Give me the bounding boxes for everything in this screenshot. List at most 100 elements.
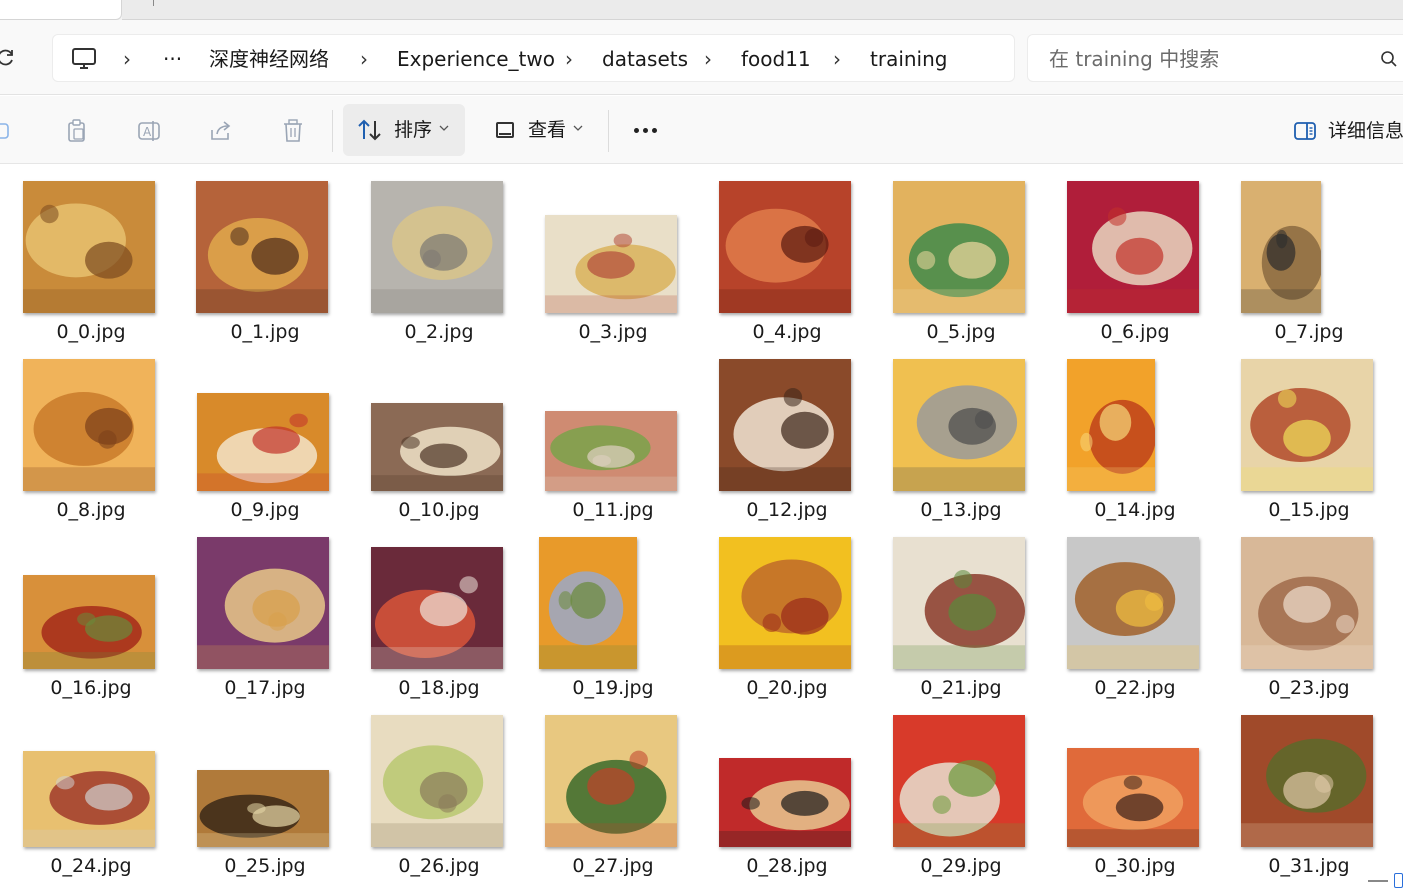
file-item[interactable]: 0_4.jpg <box>696 165 870 343</box>
file-item[interactable]: 0_0.jpg <box>0 165 174 343</box>
file-name[interactable]: 0_20.jpg <box>696 676 878 700</box>
file-name[interactable]: 0_30.jpg <box>1044 854 1226 878</box>
breadcrumb[interactable]: › ··· 深度神经网络 › Experience_two › datasets… <box>52 34 1015 82</box>
image-thumbnail[interactable] <box>371 547 503 669</box>
new-tab-hint[interactable] <box>153 0 154 6</box>
file-item[interactable]: 0_6.jpg <box>1044 165 1218 343</box>
file-name[interactable]: 0_6.jpg <box>1044 320 1226 344</box>
file-name[interactable]: 0_15.jpg <box>1218 498 1400 522</box>
image-thumbnail[interactable] <box>719 537 851 669</box>
paste-icon[interactable] <box>64 118 90 144</box>
image-thumbnail[interactable] <box>371 181 503 313</box>
file-name[interactable]: 0_13.jpg <box>870 498 1052 522</box>
file-item[interactable]: 0_25.jpg <box>174 699 348 877</box>
breadcrumb-overflow[interactable]: ··· <box>163 45 182 73</box>
file-name[interactable]: 0_9.jpg <box>174 498 356 522</box>
file-name[interactable]: 0_11.jpg <box>522 498 704 522</box>
file-item[interactable]: 0_27.jpg <box>522 699 696 877</box>
image-thumbnail[interactable] <box>1241 715 1373 847</box>
file-name[interactable]: 0_21.jpg <box>870 676 1052 700</box>
more-options-button[interactable] <box>622 110 670 150</box>
file-item[interactable]: 0_29.jpg <box>870 699 1044 877</box>
image-thumbnail[interactable] <box>893 359 1025 491</box>
file-name[interactable]: 0_26.jpg <box>348 854 530 878</box>
image-thumbnail[interactable] <box>719 181 851 313</box>
image-thumbnail[interactable] <box>197 393 329 491</box>
image-thumbnail[interactable] <box>893 537 1025 669</box>
file-item[interactable]: 0_3.jpg <box>522 165 696 343</box>
search-input[interactable]: 在 training 中搜索 <box>1027 34 1403 82</box>
file-name[interactable]: 0_14.jpg <box>1044 498 1226 522</box>
file-item[interactable]: 0_17.jpg <box>174 521 348 699</box>
file-name[interactable]: 0_4.jpg <box>696 320 878 344</box>
image-thumbnail[interactable] <box>1067 537 1199 669</box>
chevron-right-icon[interactable]: › <box>123 45 131 73</box>
chevron-right-icon[interactable]: › <box>360 45 368 73</box>
file-name[interactable]: 0_7.jpg <box>1218 320 1400 344</box>
chevron-right-icon[interactable]: › <box>833 45 841 73</box>
image-thumbnail[interactable] <box>545 411 677 491</box>
image-thumbnail[interactable] <box>23 359 155 491</box>
file-item[interactable]: 0_11.jpg <box>522 343 696 521</box>
image-thumbnail[interactable] <box>545 715 677 847</box>
file-name[interactable]: 0_8.jpg <box>0 498 182 522</box>
file-name[interactable]: 0_1.jpg <box>174 320 356 344</box>
monitor-icon[interactable] <box>71 47 97 71</box>
file-name[interactable]: 0_3.jpg <box>522 320 704 344</box>
file-item[interactable]: 0_2.jpg <box>348 165 522 343</box>
close-tab-icon[interactable]: ✕ <box>80 0 95 3</box>
view-button[interactable]: 查看 <box>486 104 596 156</box>
file-name[interactable]: 0_23.jpg <box>1218 676 1400 700</box>
file-item[interactable]: 0_20.jpg <box>696 521 870 699</box>
refresh-icon[interactable] <box>0 47 16 67</box>
chevron-right-icon[interactable]: › <box>565 45 573 73</box>
breadcrumb-item-training[interactable]: training <box>870 45 947 73</box>
file-name[interactable]: 0_19.jpg <box>522 676 704 700</box>
image-thumbnail[interactable] <box>1241 537 1373 669</box>
file-item[interactable]: 0_5.jpg <box>870 165 1044 343</box>
file-item[interactable]: 0_26.jpg <box>348 699 522 877</box>
image-thumbnail[interactable] <box>719 758 851 847</box>
image-thumbnail[interactable] <box>539 537 637 669</box>
file-name[interactable]: 0_12.jpg <box>696 498 878 522</box>
file-name[interactable]: 0_10.jpg <box>348 498 530 522</box>
file-item[interactable]: 0_9.jpg <box>174 343 348 521</box>
breadcrumb-item-dnn[interactable]: 深度神经网络 <box>209 45 329 73</box>
file-name[interactable]: 0_24.jpg <box>0 854 182 878</box>
image-thumbnail[interactable] <box>371 715 503 847</box>
image-thumbnail[interactable] <box>197 770 329 847</box>
breadcrumb-item-datasets[interactable]: datasets <box>602 45 688 73</box>
file-name[interactable]: 0_5.jpg <box>870 320 1052 344</box>
image-thumbnail[interactable] <box>197 537 329 669</box>
file-item[interactable]: 0_10.jpg <box>348 343 522 521</box>
search-icon[interactable] <box>1380 50 1398 68</box>
image-thumbnail[interactable] <box>1241 181 1321 313</box>
file-name[interactable]: 0_22.jpg <box>1044 676 1226 700</box>
file-name[interactable]: 0_0.jpg <box>0 320 182 344</box>
image-thumbnail[interactable] <box>719 359 851 491</box>
tab-current[interactable]: ✕ <box>0 0 122 20</box>
details-pane-button[interactable]: 详细信息 <box>1282 110 1403 150</box>
file-name[interactable]: 0_17.jpg <box>174 676 356 700</box>
file-name[interactable]: 0_18.jpg <box>348 676 530 700</box>
file-item[interactable]: 0_31.jpg <box>1218 699 1392 877</box>
file-item[interactable]: 0_19.jpg <box>522 521 696 699</box>
file-item[interactable]: 0_16.jpg <box>0 521 174 699</box>
file-item[interactable]: 0_15.jpg <box>1218 343 1392 521</box>
file-item[interactable]: 0_13.jpg <box>870 343 1044 521</box>
file-item[interactable]: 0_14.jpg <box>1044 343 1218 521</box>
sort-button[interactable]: 排序 <box>343 104 465 156</box>
file-item[interactable]: 0_18.jpg <box>348 521 522 699</box>
file-item[interactable]: 0_28.jpg <box>696 699 870 877</box>
file-item[interactable]: 0_12.jpg <box>696 343 870 521</box>
file-item[interactable]: 0_7.jpg <box>1218 165 1392 343</box>
delete-icon[interactable] <box>280 118 306 144</box>
file-name[interactable]: 0_25.jpg <box>174 854 356 878</box>
file-item[interactable]: 0_21.jpg <box>870 521 1044 699</box>
image-thumbnail[interactable] <box>23 181 155 313</box>
file-item[interactable]: 0_23.jpg <box>1218 521 1392 699</box>
file-item[interactable]: 0_8.jpg <box>0 343 174 521</box>
image-thumbnail[interactable] <box>893 715 1025 847</box>
image-thumbnail[interactable] <box>23 575 155 669</box>
file-name[interactable]: 0_2.jpg <box>348 320 530 344</box>
